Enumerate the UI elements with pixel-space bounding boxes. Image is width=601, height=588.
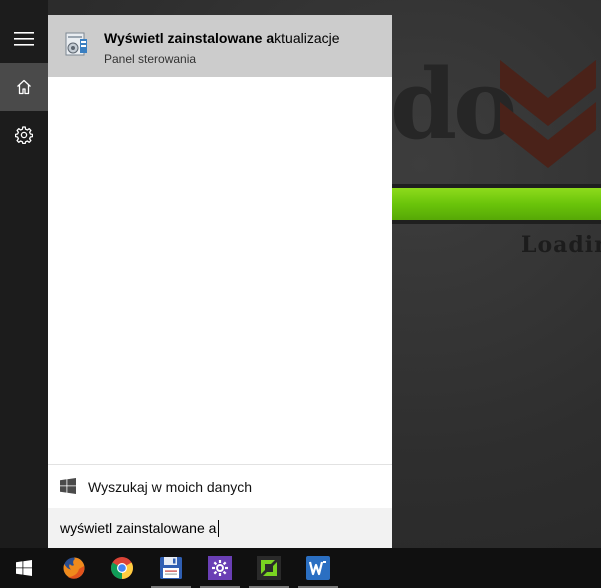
windows-start-icon (16, 560, 32, 576)
best-match-result[interactable]: Wyświetl zainstalowane aktualizacje Pane… (48, 15, 392, 77)
wallpaper-progress-bar (392, 188, 601, 220)
wallpaper-loading-text: Loadin (521, 232, 601, 258)
gear-icon (15, 126, 33, 144)
best-match-title-matched: Wyświetl zainstalowane a (104, 30, 275, 46)
menu-button[interactable] (0, 15, 48, 63)
taskbar-chrome[interactable] (98, 548, 146, 588)
taskbar-firefox[interactable] (50, 548, 98, 588)
search-my-stuff-button[interactable]: Wyszukaj w moich danych (48, 465, 392, 508)
search-input[interactable] (60, 514, 380, 542)
settings-button[interactable] (0, 111, 48, 159)
hamburger-icon (14, 32, 34, 46)
text-caret (218, 520, 220, 537)
start-menu-rail (0, 0, 48, 548)
taskbar-writer-app[interactable] (294, 548, 342, 588)
search-box (48, 508, 392, 548)
search-my-stuff-label: Wyszukaj w moich danych (88, 479, 253, 495)
best-match-title: Wyświetl zainstalowane aktualizacje (104, 30, 340, 46)
wallpaper-logo-text: do (390, 48, 517, 161)
firefox-icon (63, 557, 85, 579)
best-match-title-rest: ktualizacje (274, 30, 340, 46)
purple-gear-app-icon (208, 556, 232, 580)
taskbar-purple-app[interactable] (196, 548, 244, 588)
floppy-save-icon (160, 557, 182, 579)
taskbar-save-app[interactable] (147, 548, 195, 588)
home-icon (17, 79, 31, 95)
windows-icon (60, 478, 76, 494)
chrome-icon (111, 557, 133, 579)
search-results-panel: Wyświetl zainstalowane aktualizacje Pane… (48, 15, 392, 548)
wallpaper-chevron-logo (500, 60, 596, 168)
control-panel-icon (65, 32, 87, 56)
taskbar (0, 548, 601, 588)
taskbar-green-app[interactable] (245, 548, 293, 588)
green-logo-app-icon (257, 556, 281, 580)
wps-writer-icon (306, 556, 330, 580)
start-button[interactable] (0, 548, 48, 588)
home-button[interactable] (0, 63, 48, 111)
best-match-subtitle: Panel sterowania (104, 52, 197, 66)
